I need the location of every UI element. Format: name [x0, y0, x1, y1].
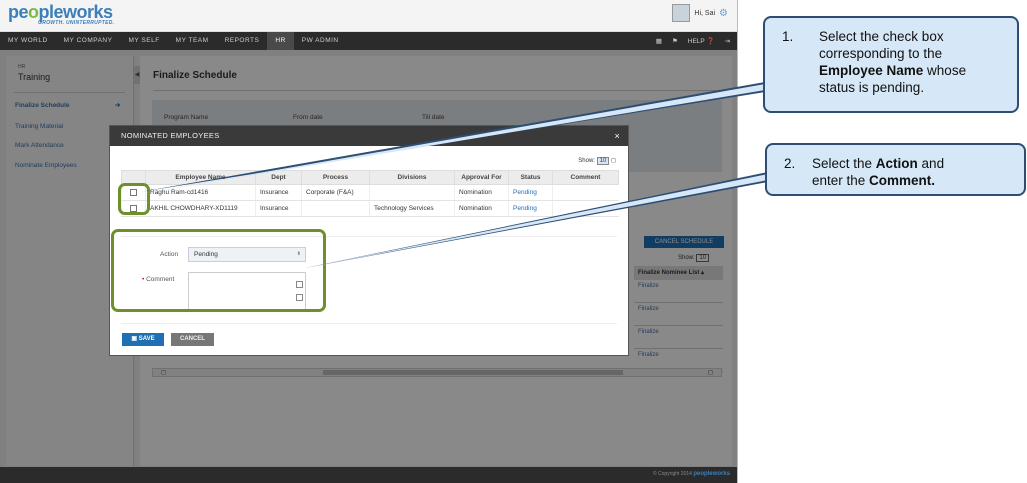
callout-text: Select the check box corresponding to th… [819, 29, 967, 95]
nav-item-my-team[interactable]: MY TEAM [168, 32, 217, 50]
comment-cell [552, 184, 619, 201]
approval-cell: Nomination [454, 200, 509, 217]
comment-cell [552, 200, 619, 217]
approval-cell: Nomination [454, 184, 509, 201]
checkbox-highlight [118, 183, 150, 215]
dialog-page-size[interactable]: Show: 10 ◻ [578, 157, 616, 165]
nav-item-pw-admin[interactable]: PW ADMIN [294, 32, 347, 50]
main-nav: MY WORLD MY COMPANY MY SELF MY TEAM REPO… [0, 32, 737, 50]
division-cell [369, 184, 455, 201]
dept-cell: Insurance [255, 200, 302, 217]
user-greeting: Hi, Sai [694, 9, 716, 17]
process-cell: Corporate (F&A) [301, 184, 370, 201]
close-icon[interactable]: × [614, 126, 620, 146]
logo-tagline: GROWTH. UNINTERRUPTED. [38, 20, 115, 26]
column-header-approval-for[interactable]: Approval For [454, 170, 509, 185]
callout-number: 2. [784, 156, 796, 171]
gear-icon[interactable]: ⚙ [719, 8, 728, 19]
callout-text: Select the Action and enter the Comment. [812, 156, 945, 188]
table-row: Raghu Ram-cd1416 Insurance Corporate (F&… [121, 184, 619, 201]
dept-cell: Insurance [255, 184, 302, 201]
nav-item-my-world[interactable]: MY WORLD [0, 32, 56, 50]
grid-icon[interactable]: ▦ [656, 37, 662, 45]
action-comment-highlight [111, 229, 326, 312]
nav-right-tools: ▦ ⚑ HELP ❓ ⇥ [656, 32, 730, 50]
callout-number: 1. [782, 29, 794, 44]
status-cell: Pending [508, 184, 553, 201]
column-header-process[interactable]: Process [301, 170, 370, 185]
employee-name-cell: AKHIL CHOWDHARY-XD1119 [145, 200, 256, 217]
nav-item-my-company[interactable]: MY COMPANY [56, 32, 121, 50]
callout-step-1: 1. Select the check box corresponding to… [763, 16, 1019, 113]
user-menu[interactable]: Hi, Sai ⚙ [672, 4, 728, 22]
process-cell [301, 200, 370, 217]
footer-brand: peopleworks [693, 471, 730, 477]
cancel-button[interactable]: CANCEL [171, 333, 214, 346]
employees-table: Employee Name Dept Process Divisions App… [121, 170, 619, 217]
column-header-dept[interactable]: Dept [255, 170, 302, 185]
app-header: peopleworks GROWTH. UNINTERRUPTED. Hi, S… [0, 0, 737, 32]
flag-icon[interactable]: ⚑ [672, 37, 678, 45]
help-icon: ❓ [706, 38, 715, 45]
save-button[interactable]: ▣ SAVE [122, 333, 164, 346]
nav-item-reports[interactable]: REPORTS [217, 32, 268, 50]
employee-name-cell: Raghu Ram-cd1416 [145, 184, 256, 201]
nav-item-hr[interactable]: HR [267, 32, 294, 50]
logout-icon[interactable]: ⇥ [725, 37, 730, 45]
status-cell: Pending [508, 200, 553, 217]
dialog-page-size-value: 10 [596, 157, 610, 165]
column-header-comment[interactable]: Comment [552, 170, 619, 185]
table-header-row: Employee Name Dept Process Divisions App… [121, 170, 619, 185]
dialog-footer-divider [121, 323, 617, 324]
copyright-text: © Copyright 2014 peopleworks [652, 471, 730, 477]
dialog-header: NOMINATED EMPLOYEES × [110, 126, 628, 146]
table-row: AKHIL CHOWDHARY-XD1119 Insurance Technol… [121, 200, 619, 217]
nav-item-my-self[interactable]: MY SELF [120, 32, 167, 50]
column-header-status[interactable]: Status [508, 170, 553, 185]
avatar[interactable] [672, 4, 691, 22]
dialog-title: NOMINATED EMPLOYEES [121, 131, 220, 140]
help-link[interactable]: HELP ❓ [688, 37, 715, 45]
division-cell: Technology Services [369, 200, 455, 217]
column-header-divisions[interactable]: Divisions [369, 170, 455, 185]
floppy-disk-icon: ▣ [131, 336, 138, 342]
column-header-employee-name[interactable]: Employee Name [145, 170, 256, 185]
app-footer: © Copyright 2014 peopleworks [0, 467, 737, 483]
callout-step-2: 2. Select the Action and enter the Comme… [765, 143, 1026, 196]
